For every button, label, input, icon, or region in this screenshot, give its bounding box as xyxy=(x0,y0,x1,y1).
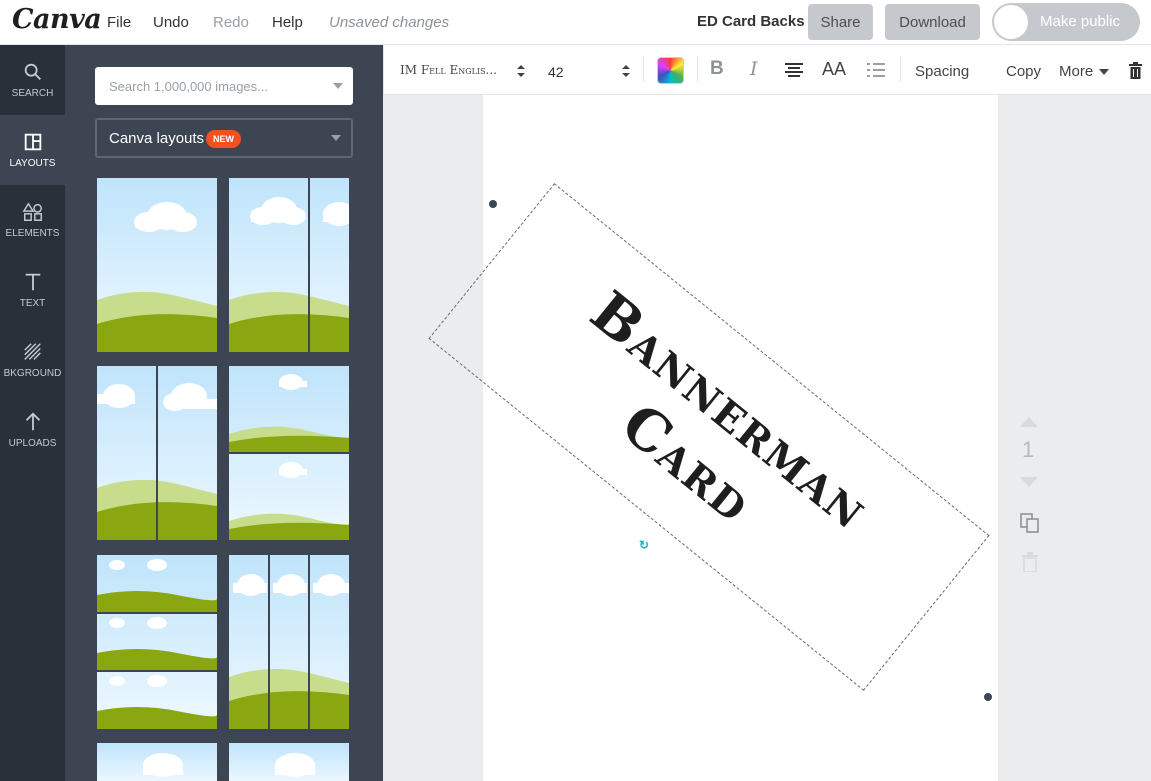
rail-item-label: TEXT xyxy=(19,298,46,309)
layouts-panel: Canva layouts NEW xyxy=(65,45,383,781)
rail-item-label: BKGROUND xyxy=(3,368,62,379)
layout-tile[interactable] xyxy=(97,743,217,781)
text-icon xyxy=(25,273,40,291)
redo-button[interactable]: Redo xyxy=(213,14,249,31)
layout-thumbnail xyxy=(229,366,349,540)
copy-button[interactable]: Copy xyxy=(1006,63,1041,80)
updown-icon[interactable] xyxy=(517,65,525,77)
make-public-label: Make public xyxy=(1040,13,1121,30)
help-menu[interactable]: Help xyxy=(272,14,303,31)
top-bar: Canva File Undo Redo Help Unsaved change… xyxy=(0,0,1151,45)
chevron-down-icon xyxy=(1099,69,1109,75)
resize-handle-bottom-right[interactable] xyxy=(983,692,993,702)
rail-item-label: ELEMENTS xyxy=(5,228,60,239)
page-up-icon[interactable] xyxy=(1020,417,1038,427)
delete-page-icon[interactable] xyxy=(1021,552,1039,572)
layout-tile[interactable] xyxy=(229,555,349,729)
image-search xyxy=(95,67,353,105)
share-button[interactable]: Share xyxy=(808,4,873,40)
text-case-icon[interactable]: AA xyxy=(822,59,846,79)
resize-handle-top-left[interactable] xyxy=(488,199,498,209)
canva-logo[interactable]: Canva xyxy=(12,4,102,35)
rail-item-label: LAYOUTS xyxy=(9,158,56,169)
download-button[interactable]: Download xyxy=(885,4,980,40)
document-title[interactable]: ED Card Backs xyxy=(697,13,805,30)
chevron-down-icon[interactable] xyxy=(333,83,343,89)
rail-item-layouts[interactable]: LAYOUTS xyxy=(0,115,65,185)
background-icon xyxy=(23,343,41,360)
layout-tile[interactable] xyxy=(97,555,217,729)
layout-thumbnail xyxy=(97,555,217,729)
spacing-button[interactable]: Spacing xyxy=(915,63,969,80)
layout-tile[interactable] xyxy=(229,366,349,540)
trash-icon[interactable] xyxy=(1129,62,1142,79)
canva-layouts-dropdown[interactable]: Canva layouts NEW xyxy=(95,118,353,158)
file-menu[interactable]: File xyxy=(107,14,131,31)
page-down-icon[interactable] xyxy=(1020,477,1038,487)
toolbar-divider xyxy=(697,56,698,82)
make-public-toggle[interactable]: Make public xyxy=(992,3,1140,41)
rail-item-uploads[interactable]: UPLOADS xyxy=(0,395,65,465)
rail-item-elements[interactable]: ELEMENTS xyxy=(0,185,65,255)
layout-tile[interactable] xyxy=(229,178,349,352)
new-badge: NEW xyxy=(206,130,241,148)
chevron-down-icon xyxy=(331,135,341,141)
undo-button[interactable]: Undo xyxy=(153,14,189,31)
rail-item-background[interactable]: BKGROUND xyxy=(0,325,65,395)
upload-icon xyxy=(25,412,40,431)
toggle-knob xyxy=(994,5,1028,39)
text-format-toolbar: IM Fell Englis... 42 B I AA Spacing Copy… xyxy=(383,45,1151,95)
bold-icon[interactable]: B xyxy=(710,59,724,79)
layout-thumbnail xyxy=(229,743,349,781)
rail-item-label: SEARCH xyxy=(11,88,54,99)
layout-tile[interactable] xyxy=(97,178,217,352)
canva-editor: Canva File Undo Redo Help Unsaved change… xyxy=(0,0,1151,781)
font-size-select[interactable]: 42 xyxy=(548,64,564,80)
list-icon[interactable] xyxy=(867,62,885,78)
layout-tile[interactable] xyxy=(97,366,217,540)
rotate-handle-icon[interactable]: ↻ xyxy=(636,537,652,553)
image-search-input[interactable] xyxy=(95,67,325,105)
toolbar-divider xyxy=(643,56,644,82)
italic-icon[interactable]: I xyxy=(750,59,758,79)
layout-thumbnail xyxy=(229,555,349,729)
layouts-dropdown-label: Canva layouts xyxy=(109,130,205,147)
unsaved-changes-status: Unsaved changes xyxy=(329,14,450,31)
align-center-icon[interactable] xyxy=(785,62,803,78)
page-number: 1 xyxy=(1022,437,1035,462)
layout-thumbnail xyxy=(97,178,217,352)
text-color-picker[interactable] xyxy=(657,57,684,84)
updown-icon[interactable] xyxy=(622,65,630,77)
layout-thumbnail xyxy=(97,366,217,540)
search-icon xyxy=(24,63,41,80)
font-family-select[interactable]: IM Fell Englis... xyxy=(400,63,497,77)
rail-item-search[interactable]: SEARCH xyxy=(0,45,65,115)
more-button[interactable]: More xyxy=(1059,63,1093,80)
elements-icon xyxy=(22,202,42,221)
layout-tile[interactable] xyxy=(229,743,349,781)
layout-thumbnail xyxy=(229,178,349,352)
duplicate-page-icon[interactable] xyxy=(1019,512,1041,534)
left-rail: SEARCH LAYOUTS ELEMENTS TEXT BKGROUND UP… xyxy=(0,45,65,781)
rail-item-label: UPLOADS xyxy=(8,438,57,449)
rail-item-text[interactable]: TEXT xyxy=(0,255,65,325)
layout-thumbnail xyxy=(97,743,217,781)
toolbar-divider xyxy=(900,56,901,82)
layouts-icon xyxy=(24,133,41,151)
